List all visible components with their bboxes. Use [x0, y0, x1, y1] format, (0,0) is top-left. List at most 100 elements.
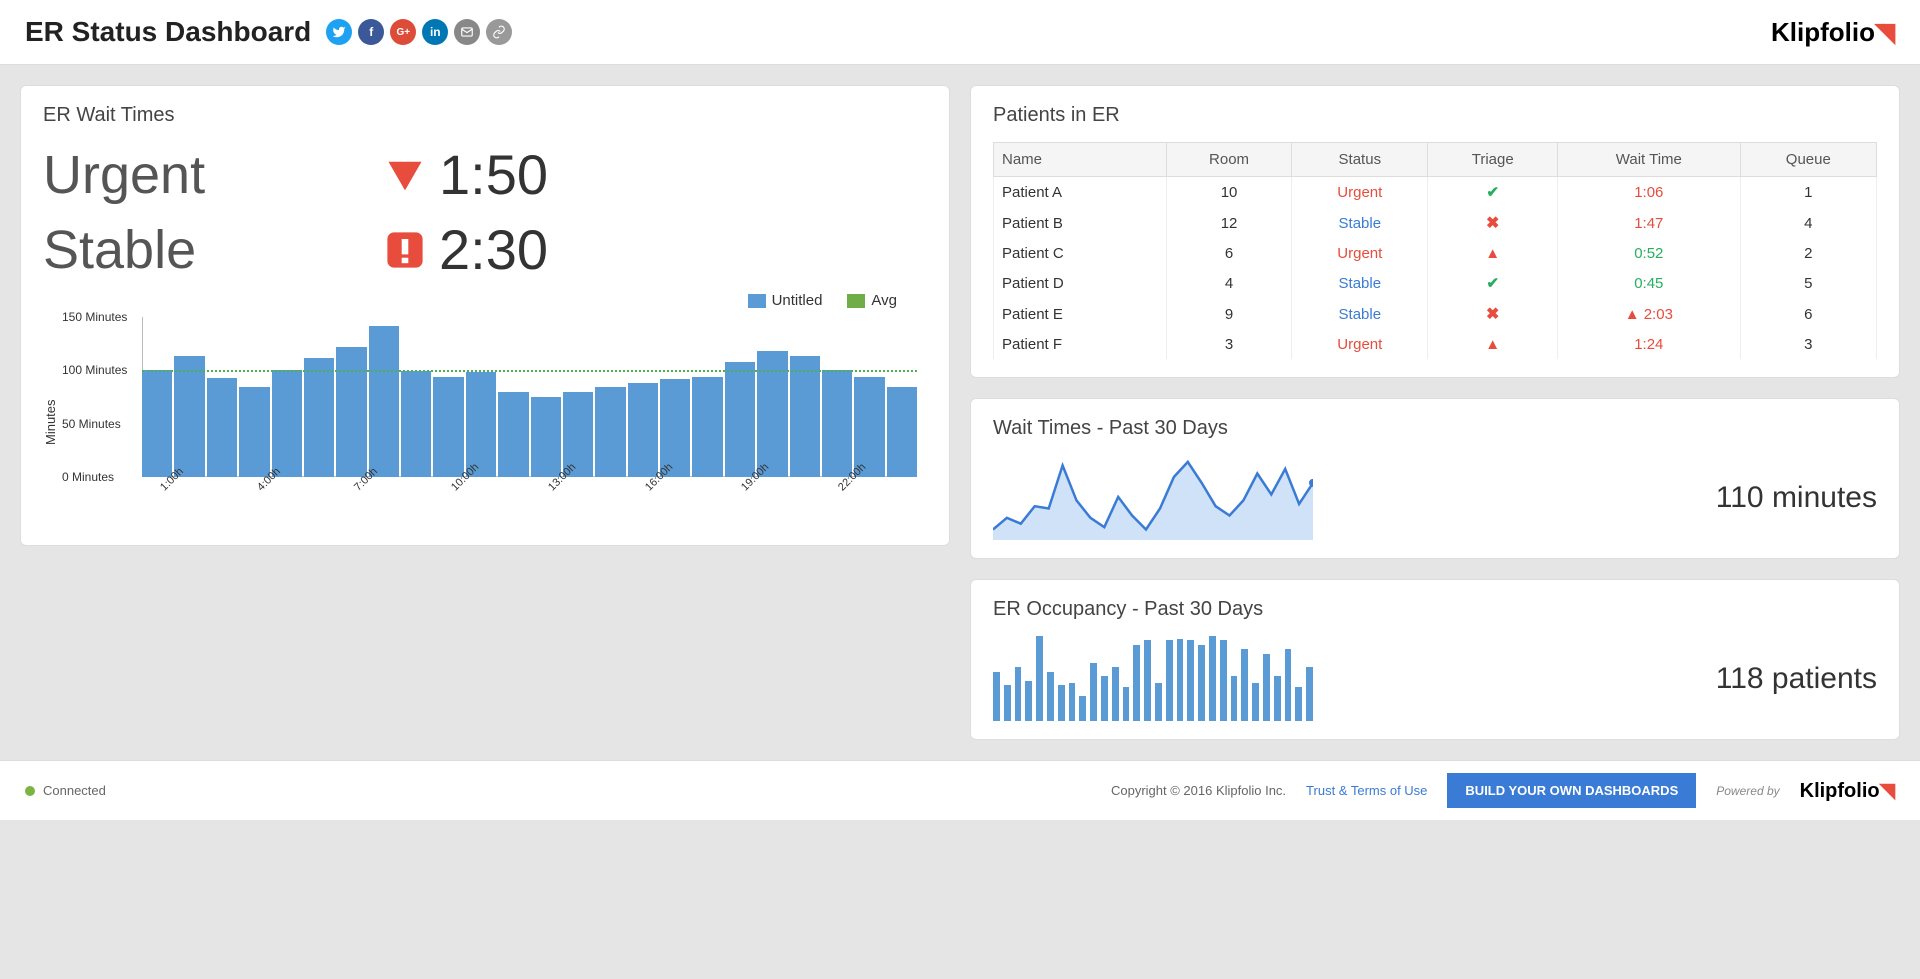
bar	[1112, 667, 1119, 721]
bar	[993, 672, 1000, 721]
bar	[1123, 687, 1130, 721]
occupancy-sparkbars	[993, 636, 1313, 721]
bar	[1295, 687, 1302, 721]
bar	[887, 387, 917, 477]
avg-line	[142, 370, 917, 372]
bar	[239, 387, 269, 477]
wait-times-title: ER Wait Times	[43, 104, 927, 127]
urgent-label: Urgent	[43, 144, 383, 206]
occupancy-30-value: 118 patients	[1716, 662, 1877, 696]
page-title: ER Status Dashboard	[25, 16, 311, 48]
bar	[1079, 696, 1086, 721]
build-dashboards-button[interactable]: BUILD YOUR OWN DASHBOARDS	[1447, 773, 1696, 808]
bar	[1274, 676, 1281, 721]
y-tick: 100 Minutes	[62, 363, 127, 377]
bar	[1252, 683, 1259, 721]
bar	[1209, 636, 1216, 721]
table-row: Patient E9Stable✖▲ 2:036	[994, 298, 1877, 330]
bar	[336, 347, 366, 477]
terms-link[interactable]: Trust & Terms of Use	[1306, 783, 1427, 798]
patients-table: Name Room Status Triage Wait Time Queue …	[993, 142, 1877, 359]
link-icon[interactable]	[486, 19, 512, 45]
bar	[1241, 649, 1248, 721]
table-row: Patient D4Stable✔0:455	[994, 268, 1877, 298]
facebook-icon[interactable]: f	[358, 19, 384, 45]
col-wait: Wait Time	[1558, 143, 1741, 177]
check-icon: ✔	[1486, 184, 1499, 201]
bar	[433, 377, 463, 477]
bar	[1166, 640, 1173, 721]
legend-untitled: Untitled	[748, 292, 823, 309]
y-tick: 150 Minutes	[62, 310, 127, 324]
bar	[1187, 640, 1194, 721]
bar	[272, 370, 302, 477]
bar	[304, 358, 334, 477]
bar	[595, 387, 625, 477]
urgent-value: 1:50	[439, 142, 548, 207]
bar	[466, 372, 496, 477]
bar	[1198, 645, 1205, 721]
bar	[1144, 640, 1151, 721]
wait-30-title: Wait Times - Past 30 Days	[993, 417, 1877, 440]
bar	[401, 371, 431, 477]
y-tick: 0 Minutes	[62, 470, 114, 484]
bar	[1177, 639, 1184, 721]
bar	[498, 392, 528, 477]
email-icon[interactable]	[454, 19, 480, 45]
bar	[1101, 676, 1108, 721]
col-status: Status	[1292, 143, 1428, 177]
check-icon: ✔	[1486, 275, 1499, 292]
bar	[1058, 685, 1065, 721]
bar	[1285, 649, 1292, 721]
bar	[628, 383, 658, 477]
y-axis-label: Minutes	[43, 317, 58, 527]
table-row: Patient F3Urgent▲1:243	[994, 330, 1877, 359]
powered-by: Powered by	[1716, 784, 1779, 798]
down-triangle-icon	[383, 153, 427, 197]
occupancy-30-title: ER Occupancy - Past 30 Days	[993, 598, 1877, 621]
wait-30-value: 110 minutes	[1716, 481, 1877, 515]
y-tick: 50 Minutes	[62, 417, 121, 431]
warning-icon: ▲	[1485, 245, 1500, 262]
bar	[1155, 683, 1162, 721]
bar	[1025, 681, 1032, 721]
patients-card: Patients in ER Name Room Status Triage W…	[970, 85, 1900, 378]
bar	[1090, 663, 1097, 721]
gplus-icon[interactable]: G+	[390, 19, 416, 45]
table-row: Patient C6Urgent▲0:522	[994, 239, 1877, 268]
bar	[369, 326, 399, 477]
col-room: Room	[1166, 143, 1291, 177]
brand-logo: Klipfolio◥	[1771, 17, 1895, 48]
table-row: Patient B12Stable✖1:474	[994, 207, 1877, 239]
occupancy-30-card: ER Occupancy - Past 30 Days 118 patients	[970, 579, 1900, 740]
footer: Connected Copyright © 2016 Klipfolio Inc…	[0, 760, 1920, 820]
bar	[692, 377, 722, 477]
bar	[1263, 654, 1270, 721]
copyright: Copyright © 2016 Klipfolio Inc.	[1111, 783, 1286, 798]
bar	[1047, 672, 1054, 721]
col-triage: Triage	[1428, 143, 1558, 177]
social-icons: f G+ in	[326, 19, 512, 45]
wait-sparkline	[993, 455, 1313, 540]
bar	[1231, 676, 1238, 721]
linkedin-icon[interactable]: in	[422, 19, 448, 45]
twitter-icon[interactable]	[326, 19, 352, 45]
bar	[207, 378, 237, 477]
bar	[1220, 640, 1227, 721]
bar	[790, 356, 820, 477]
bar	[142, 370, 172, 477]
x-icon: ✖	[1486, 215, 1499, 232]
wait-30-card: Wait Times - Past 30 Days 110 minutes	[970, 398, 1900, 559]
stable-label: Stable	[43, 219, 383, 281]
patients-title: Patients in ER	[993, 104, 1877, 127]
connected-label: Connected	[43, 783, 106, 798]
bar	[725, 362, 755, 477]
bar	[1306, 667, 1313, 721]
legend-avg: Avg	[847, 292, 897, 309]
col-queue: Queue	[1740, 143, 1876, 177]
bar	[1036, 636, 1043, 721]
stable-value: 2:30	[439, 217, 548, 282]
warning-icon: ▲	[1625, 306, 1640, 323]
bar	[531, 397, 561, 477]
connection-dot-icon	[25, 786, 35, 796]
